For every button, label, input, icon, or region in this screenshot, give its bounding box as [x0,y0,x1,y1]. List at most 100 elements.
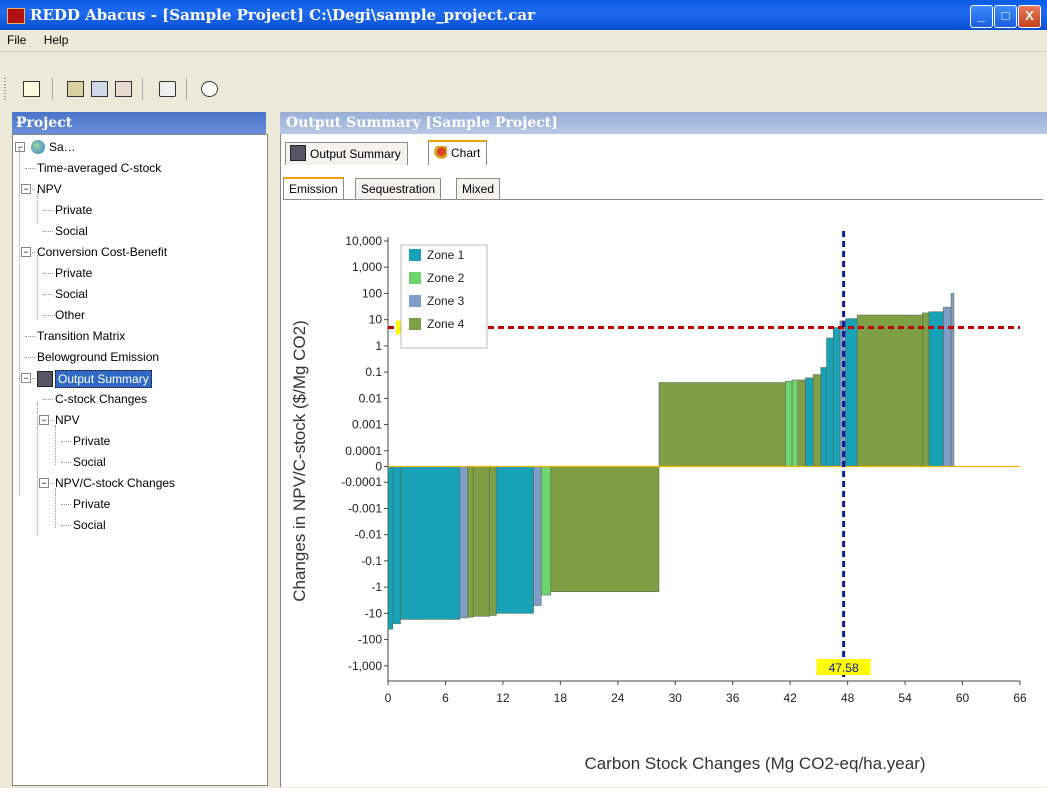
chart-bar [472,466,490,617]
about-icon[interactable] [198,78,220,100]
legend-swatch [409,318,421,330]
output-panel-header: Output Summary [Sample Project] [280,112,1047,134]
y-tick-label: 0.01 [359,391,383,405]
globe-icon [31,140,45,154]
menu-help[interactable]: Help [37,30,76,50]
y-tick-label: -10 [365,606,383,620]
maximize-button[interactable]: □ [994,5,1017,28]
chart-bar [387,466,394,630]
tree-item[interactable]: Social [73,517,106,533]
window-title: REDD Abacus - [Sample Project] C:\Degi\s… [30,6,535,24]
toolbar [0,72,1047,106]
tree-collapse-toggle[interactable]: − [39,415,49,425]
x-tick-label: 24 [611,691,625,705]
y-tick-label: -1 [371,580,382,594]
tree-item[interactable]: C-stock Changes [55,391,147,407]
chart-bar [459,466,468,619]
tab-output-summary[interactable]: Output Summary [285,142,408,165]
menu-file[interactable]: File [0,30,33,50]
tree-item[interactable]: NPV/C-stock Changes [55,475,175,491]
subtab-emission[interactable]: Emission [283,177,344,199]
app-icon [7,8,25,24]
tree-collapse-toggle[interactable]: − [21,373,31,383]
minimize-button[interactable]: _ [970,5,993,28]
tree-item[interactable]: NPV [37,181,62,197]
tree-item[interactable]: Private [73,433,110,449]
tree-item[interactable]: Social [55,223,88,239]
legend-swatch [409,249,421,261]
open-icon[interactable] [64,78,86,100]
legend-label: Zone 3 [427,294,465,308]
chart-bar [820,367,827,467]
y-tick-label: 0.0001 [345,444,382,458]
menu-bar: File Help [0,30,1047,52]
tree-item[interactable]: Private [55,265,92,281]
tree-collapse-toggle[interactable]: − [39,478,49,488]
y-tick-label: -100 [358,633,382,647]
emission-chart: 10,0001,0001001010.10.010.0010.00010-0.0… [290,231,1027,773]
new-icon[interactable] [20,78,42,100]
tree-item[interactable]: Time-averaged C-stock [37,160,161,176]
chart-bar [832,327,841,467]
emission-threshold-label: 47.58 [829,661,859,675]
tree-item[interactable]: Social [73,454,106,470]
chart-bar [400,466,461,620]
tree-collapse-toggle[interactable]: − [15,142,25,152]
chart-bar [845,318,858,467]
x-tick-label: 60 [956,691,970,705]
subtab-sequestration[interactable]: Sequestration [355,178,442,199]
output-panel-title: Output Summary [Sample Project] [286,115,558,131]
y-tick-label: 0.1 [365,365,382,379]
subtab-mixed[interactable]: Mixed [456,178,501,199]
chart-bar [489,466,497,616]
x-tick-label: 30 [669,691,683,705]
chart-bar [785,380,793,467]
chart-bar [812,374,822,467]
tree-item[interactable]: Private [73,496,110,512]
y-tick-label: -0.001 [348,501,382,515]
tree-item[interactable]: NPV [55,412,80,428]
y-tick-label: 1,000 [352,260,382,274]
calculator-icon [290,145,306,161]
tree-item[interactable]: Sa… [49,139,76,155]
legend-swatch [409,272,421,284]
x-tick-label: 12 [496,691,510,705]
tree-item[interactable]: Transition Matrix [37,328,125,344]
tree-collapse-toggle[interactable]: − [21,184,31,194]
x-tick-label: 18 [554,691,568,705]
chart-bar [922,312,930,467]
tree-item[interactable]: Belowground Emission [37,349,159,365]
x-tick-label: 0 [385,691,392,705]
save-as-icon[interactable] [112,78,134,100]
y-tick-label: 10 [369,313,383,327]
x-tick-label: 42 [784,691,798,705]
tree-item[interactable]: Social [55,286,88,302]
chart-bar [826,337,834,467]
y-tick-label: 0.001 [352,418,382,432]
legend-label: Zone 2 [427,271,465,285]
pin-icon[interactable]: ⇦ [16,116,260,129]
tab-chart[interactable]: Chart [428,140,488,165]
tree-collapse-toggle[interactable]: − [21,247,31,257]
y-tick-label: 100 [362,286,382,300]
chart-bar [467,466,474,618]
x-tick-label: 66 [1013,691,1027,705]
y-axis-label: Changes in NPV/C-stock ($/Mg CO2) [290,320,309,602]
close-button[interactable]: X [1018,5,1041,28]
legend-label: Zone 1 [427,248,465,262]
chart-area: 10,000 1,000 100 10 1 0.1 0.01 0.001 0.0001 0 -0.0… [283,199,1043,785]
save-icon[interactable] [88,78,110,100]
tree-item[interactable]: Other [55,307,85,323]
x-tick-label: 48 [841,691,855,705]
pointer-help-icon[interactable] [156,78,178,100]
y-tick-label: -0.0001 [341,475,382,489]
tree-item[interactable]: Private [55,202,92,218]
tree-item[interactable]: Conversion Cost-Benefit [37,244,167,260]
chart-bar [550,466,660,593]
chart-bar [540,466,552,596]
chart-bar [928,311,944,467]
tree-item[interactable]: Output Summary [55,370,152,388]
chart-bar [658,382,786,467]
chart-bar [805,377,814,467]
chart-bar [791,379,799,467]
